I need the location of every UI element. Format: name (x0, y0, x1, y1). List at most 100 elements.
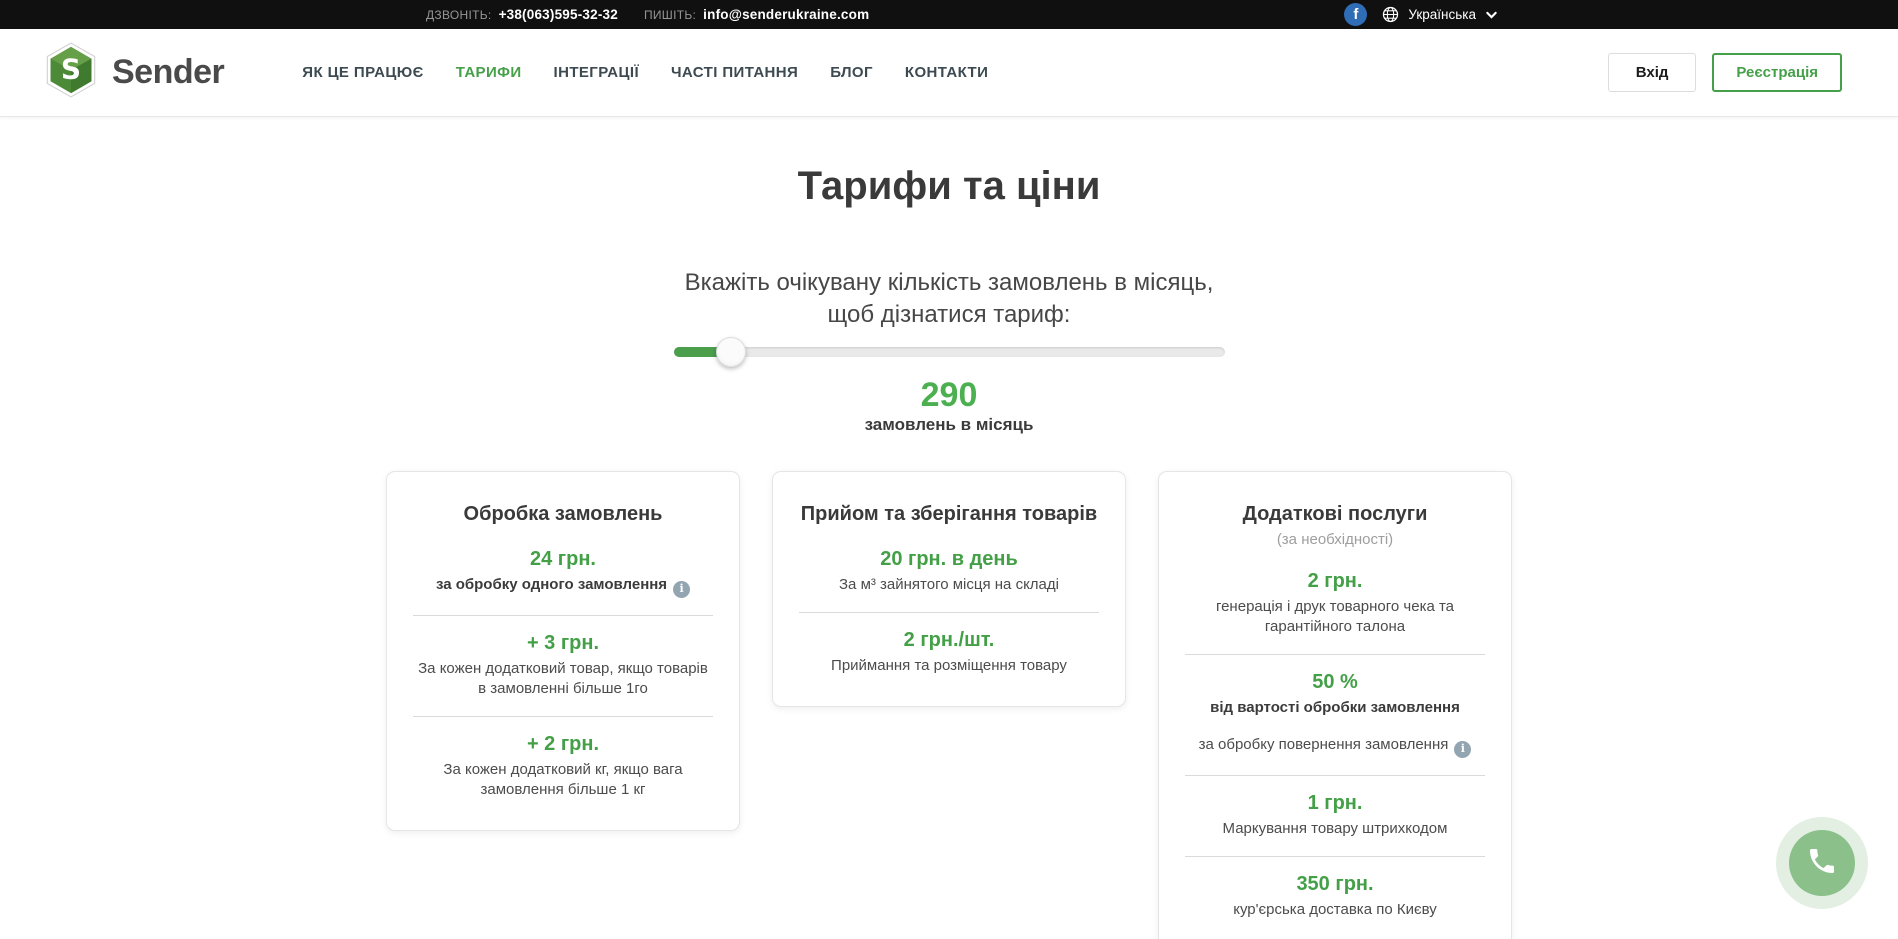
svg-text:S: S (61, 53, 81, 86)
topbar-right: f Українська (1344, 3, 1498, 26)
page: ДЗВОНІТЬ: +38(063)595-32-32 ПИШІТЬ: info… (0, 0, 1898, 939)
item-desc: Маркування товару штрихкодом (1185, 819, 1485, 839)
slider-prompt-line2: щоб дізнатися тариф: (0, 299, 1898, 331)
nav-item-contacts[interactable]: КОНТАКТИ (905, 64, 988, 81)
chevron-down-icon (1485, 10, 1498, 20)
topbar-contacts: ДЗВОНІТЬ: +38(063)595-32-32 ПИШІТЬ: info… (426, 7, 869, 22)
login-button[interactable]: Вхід (1608, 53, 1697, 92)
item-desc: За кожен додатковий кг, якщо вага замовл… (413, 760, 713, 800)
item-desc-text: від вартості обробки замовлення (1210, 699, 1460, 716)
slider-track[interactable] (674, 347, 1225, 357)
price-item: 1 грн. Маркування товару штрихкодом (1185, 791, 1485, 839)
card-items: 2 грн. генерація і друк товарного чека т… (1185, 569, 1485, 920)
nav-item-integrations[interactable]: ІНТЕГРАЦІЇ (554, 64, 639, 81)
price-item: 2 грн./шт. Приймання та розміщення товар… (799, 628, 1099, 676)
phone-link[interactable]: +38(063)595-32-32 (499, 7, 618, 22)
call-label: ДЗВОНІТЬ: (426, 8, 492, 22)
card-title: Обробка замовлень (413, 502, 713, 526)
sender-logo-icon: S (44, 42, 98, 103)
main-nav: ЯК ЦЕ ПРАЦЮЄ ТАРИФИ ІНТЕГРАЦІЇ ЧАСТІ ПИТ… (302, 64, 988, 81)
page-title: Тарифи та ціни (0, 163, 1898, 209)
item-desc: Приймання та розміщення товару (799, 656, 1099, 676)
item-price: + 2 грн. (413, 732, 713, 756)
slider-prompt: Вкажіть очікувану кількість замовлень в … (0, 267, 1898, 331)
header: S Sender ЯК ЦЕ ПРАЦЮЄ ТАРИФИ ІНТЕГРАЦІЇ … (0, 29, 1898, 117)
card-divider (413, 716, 713, 717)
info-icon[interactable]: i (1454, 741, 1471, 758)
header-actions: Вхід Реєстрація (1608, 53, 1842, 92)
item-desc-text: генерація і друк товарного чека та гаран… (1216, 598, 1454, 635)
email-contact: ПИШІТЬ: info@senderukraine.com (644, 7, 869, 22)
nav-item-faq[interactable]: ЧАСТІ ПИТАННЯ (671, 64, 798, 81)
orders-count-label: замовлень в місяць (0, 415, 1898, 435)
call-fab-circle (1789, 830, 1855, 896)
nav-item-blog[interactable]: БЛОГ (830, 64, 873, 81)
logo[interactable]: S Sender (44, 42, 224, 103)
language-label: Українська (1408, 7, 1476, 22)
item-desc2: за обробку повернення замовлення i (1185, 735, 1485, 758)
info-icon[interactable]: i (673, 581, 690, 598)
item-desc: кур'єрська доставка по Києву (1185, 900, 1485, 920)
item-desc: за обробку одного замовлення i (413, 575, 713, 598)
item-price: 50 % (1185, 670, 1485, 694)
item-desc: генерація і друк товарного чека та гаран… (1185, 597, 1485, 637)
item-price: 1 грн. (1185, 791, 1485, 815)
item-price: 2 грн. (1185, 569, 1485, 593)
item-desc-text: кур'єрська доставка по Києву (1233, 901, 1437, 918)
nav-item-tariffs[interactable]: ТАРИФИ (456, 64, 522, 81)
card-divider (1185, 775, 1485, 776)
item-desc2-text: за обробку повернення замовлення (1199, 736, 1449, 753)
orders-count: 290 (0, 375, 1898, 415)
email-link[interactable]: info@senderukraine.com (703, 7, 869, 22)
card-items: 24 грн. за обробку одного замовлення i + … (413, 547, 713, 800)
item-desc-text: За м³ зайнятого місця на складі (839, 576, 1059, 593)
orders-slider (674, 337, 1225, 367)
card-divider (799, 612, 1099, 613)
item-desc: від вартості обробки замовлення (1185, 698, 1485, 718)
globe-icon (1382, 6, 1399, 23)
item-price: 2 грн./шт. (799, 628, 1099, 652)
pricing-card: Обробка замовлень 24 грн. за обробку одн… (386, 471, 740, 831)
register-button[interactable]: Реєстрація (1712, 53, 1842, 92)
card-divider (1185, 654, 1485, 655)
card-subtitle: (за необхідності) (1185, 531, 1485, 548)
language-selector[interactable]: Українська (1382, 6, 1498, 23)
item-desc-text: За кожен додатковий кг, якщо вага замовл… (443, 761, 682, 798)
item-price: + 3 грн. (413, 631, 713, 655)
price-item: 50 % від вартості обробки замовлення за … (1185, 670, 1485, 758)
item-desc-text: Приймання та розміщення товару (831, 657, 1067, 674)
write-label: ПИШІТЬ: (644, 8, 696, 22)
phone-contact: ДЗВОНІТЬ: +38(063)595-32-32 (426, 7, 618, 22)
price-item: 20 грн. в день За м³ зайнятого місця на … (799, 547, 1099, 595)
pricing-cards: Обробка замовлень 24 грн. за обробку одн… (0, 471, 1898, 939)
card-divider (1185, 856, 1485, 857)
price-item: + 3 грн. За кожен додатковий товар, якщо… (413, 631, 713, 699)
item-desc: За кожен додатковий товар, якщо товарів … (413, 659, 713, 699)
price-item: 24 грн. за обробку одного замовлення i (413, 547, 713, 598)
slider-handle[interactable] (716, 337, 746, 367)
item-desc-text: за обробку одного замовлення (436, 576, 667, 593)
item-price: 350 грн. (1185, 872, 1485, 896)
facebook-icon[interactable]: f (1344, 3, 1367, 26)
price-item: 2 грн. генерація і друк товарного чека т… (1185, 569, 1485, 637)
slider-prompt-line1: Вкажіть очікувану кількість замовлень в … (0, 267, 1898, 299)
topbar: ДЗВОНІТЬ: +38(063)595-32-32 ПИШІТЬ: info… (0, 0, 1898, 29)
nav-item-how-it-works[interactable]: ЯК ЦЕ ПРАЦЮЄ (302, 64, 423, 81)
phone-icon (1806, 845, 1838, 882)
price-item: 350 грн. кур'єрська доставка по Києву (1185, 872, 1485, 920)
card-title: Прийом та зберігання товарів (799, 502, 1099, 526)
price-item: + 2 грн. За кожен додатковий кг, якщо ва… (413, 732, 713, 800)
brand-name: Sender (112, 53, 224, 92)
main-content: Тарифи та ціни Вкажіть очікувану кількіс… (0, 163, 1898, 939)
item-price: 20 грн. в день (799, 547, 1099, 571)
item-desc-text: За кожен додатковий товар, якщо товарів … (418, 660, 708, 697)
call-fab[interactable] (1776, 817, 1868, 909)
card-items: 20 грн. в день За м³ зайнятого місця на … (799, 547, 1099, 676)
card-divider (413, 615, 713, 616)
pricing-card: Прийом та зберігання товарів 20 грн. в д… (772, 471, 1126, 707)
item-price: 24 грн. (413, 547, 713, 571)
item-desc-text: Маркування товару штрихкодом (1223, 820, 1448, 837)
card-title: Додаткові послуги (1185, 502, 1485, 526)
item-desc: За м³ зайнятого місця на складі (799, 575, 1099, 595)
pricing-card: Додаткові послуги (за необхідності) 2 гр… (1158, 471, 1512, 939)
